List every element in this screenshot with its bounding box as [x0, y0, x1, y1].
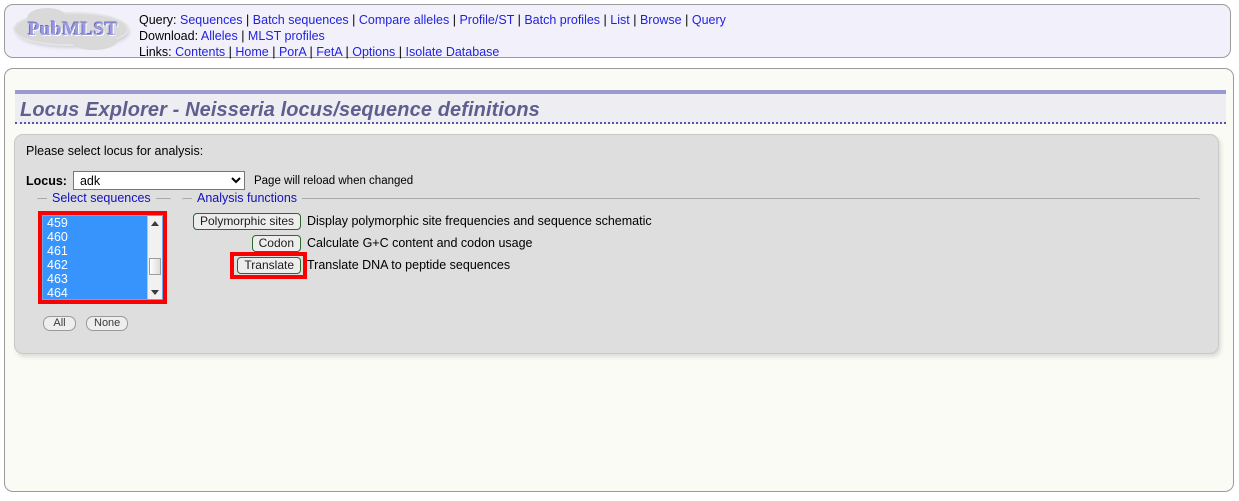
nav-link-batch-profiles[interactable]: Batch profiles [524, 13, 600, 27]
select-all-none-row: All None [43, 316, 129, 331]
locus-select[interactable]: adk [72, 171, 245, 190]
nav-separator: | [345, 45, 349, 59]
nav-separator: | [398, 45, 403, 59]
triangle-up-icon [151, 220, 159, 226]
polymorphic-sites-description: Display polymorphic site frequencies and… [307, 214, 652, 228]
site-header: PubMLST Query: Sequences | Batch sequenc… [4, 4, 1231, 60]
analysis-rows: Polymorphic sites Display polymorphic si… [182, 210, 1200, 279]
locus-row: Locus: adk Page will reload when changed [26, 171, 413, 190]
scroll-down-button[interactable] [148, 285, 162, 299]
analysis-functions-legend: Analysis functions [192, 191, 303, 205]
nav-link-compare-alleles[interactable]: Compare alleles [359, 13, 449, 27]
nav-separator: | [452, 13, 456, 27]
nav-link-sequences[interactable]: Sequences [180, 13, 243, 27]
nav-link-home[interactable]: Home [235, 45, 268, 59]
sequence-listbox-highlight: 459 460 461 462 463 464 [38, 211, 167, 304]
pubmlst-logo[interactable]: PubMLST [11, 8, 131, 52]
translate-button[interactable]: Translate [237, 256, 301, 274]
nav-separator: | [272, 45, 276, 59]
list-item[interactable]: 464 [43, 286, 149, 299]
nav-separator: | [241, 29, 245, 43]
nav-separator: | [352, 13, 356, 27]
nav-link-isolate-database[interactable]: Isolate Database [406, 45, 500, 59]
nav-link-batch-sequences[interactable]: Batch sequences [253, 13, 349, 27]
nav-link-query[interactable]: Query [692, 13, 726, 27]
nav-link-contents[interactable]: Contents [175, 45, 225, 59]
main-content-container: Locus Explorer - Neisseria locus/sequenc… [4, 68, 1234, 492]
options-panel: Please select locus for analysis: Locus:… [14, 134, 1219, 354]
logo-wordmark: PubMLST [27, 19, 119, 40]
translate-description: Translate DNA to peptide sequences [307, 258, 511, 272]
nav-link-browse[interactable]: Browse [640, 13, 682, 27]
sequence-listbox[interactable]: 459 460 461 462 463 464 [42, 215, 163, 300]
polymorphic-sites-button[interactable]: Polymorphic sites [192, 212, 301, 230]
triangle-down-icon [151, 289, 159, 295]
header-nav: Query: Sequences | Batch sequences | Com… [139, 12, 726, 60]
analysis-button-cell: Translate [182, 251, 307, 279]
nav-separator: | [228, 45, 232, 59]
list-item[interactable]: 463 [43, 272, 149, 286]
nav-link-alleles[interactable]: Alleles [201, 29, 238, 43]
analysis-button-cell: Codon [182, 234, 307, 252]
nav-link-profile-st[interactable]: Profile/ST [459, 13, 514, 27]
nav-separator: | [246, 13, 250, 27]
page-title: Locus Explorer - Neisseria locus/sequenc… [20, 99, 540, 121]
prompt-text: Please select locus for analysis: [26, 144, 204, 158]
reload-note: Page will reload when changed [253, 174, 414, 187]
select-all-button[interactable]: All [43, 316, 76, 331]
nav-separator: | [309, 45, 313, 59]
page-title-band: Locus Explorer - Neisseria locus/sequenc… [15, 90, 1226, 124]
nav-row-links: Links: Contents | Home | PorA | FetA | O… [139, 44, 726, 60]
nav-row-download: Download: Alleles | MLST profiles [139, 28, 726, 44]
codon-button[interactable]: Codon [251, 234, 301, 252]
nav-row-query: Query: Sequences | Batch sequences | Com… [139, 12, 726, 28]
locus-label: Locus: [26, 173, 67, 188]
scroll-up-button[interactable] [148, 216, 162, 230]
nav-separator: | [603, 13, 607, 27]
codon-description: Calculate G+C content and codon usage [307, 236, 533, 250]
list-item[interactable]: 459 [43, 216, 149, 230]
list-item[interactable]: 461 [43, 244, 149, 258]
sequence-list[interactable]: 459 460 461 462 463 464 [43, 216, 149, 299]
nav-label-download: Download: [139, 29, 199, 43]
nav-separator: | [685, 13, 689, 27]
nav-label-links: Links: [139, 45, 172, 59]
scrollbar-thumb[interactable] [149, 258, 161, 275]
nav-separator: | [517, 13, 521, 27]
select-sequences-legend: Select sequences [47, 191, 156, 205]
nav-label-query: Query: [139, 13, 177, 27]
nav-link-pora[interactable]: PorA [279, 45, 306, 59]
nav-separator: | [633, 13, 637, 27]
list-item[interactable]: 462 [43, 258, 149, 272]
analysis-row-translate: Translate Translate DNA to peptide seque… [182, 251, 1200, 279]
nav-link-options[interactable]: Options [352, 45, 395, 59]
analysis-functions-fieldset: Analysis functions Polymorphic sites Dis… [182, 191, 1200, 323]
select-none-button[interactable]: None [86, 316, 129, 331]
analysis-row-polymorphic-sites: Polymorphic sites Display polymorphic si… [182, 210, 1200, 232]
list-item[interactable]: 460 [43, 230, 149, 244]
nav-link-mlst-profiles[interactable]: MLST profiles [248, 29, 325, 43]
listbox-scrollbar[interactable] [147, 216, 162, 299]
nav-link-list[interactable]: List [610, 13, 629, 27]
analysis-button-cell: Polymorphic sites [182, 212, 307, 230]
nav-link-feta[interactable]: FetA [316, 45, 342, 59]
analysis-row-codon: Codon Calculate G+C content and codon us… [182, 232, 1200, 254]
